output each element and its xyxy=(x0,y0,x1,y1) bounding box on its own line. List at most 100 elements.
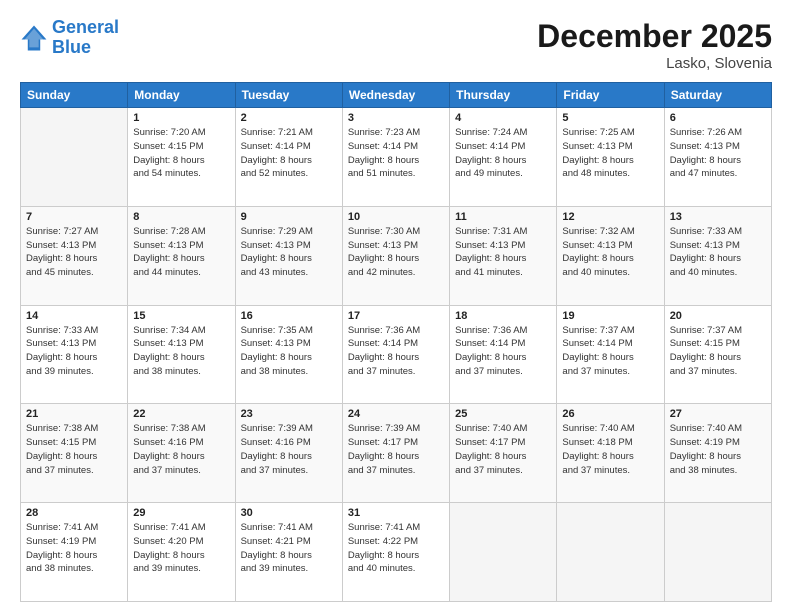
day-number: 17 xyxy=(348,310,444,322)
calendar-cell: 13 Sunrise: 7:33 AM Sunset: 4:13 PM Dayli… xyxy=(664,206,771,305)
logo: General Blue xyxy=(20,18,119,58)
day-info: Sunrise: 7:24 AM Sunset: 4:14 PM Dayligh… xyxy=(455,126,551,181)
day-number: 19 xyxy=(562,310,658,322)
calendar-cell: 19 Sunrise: 7:37 AM Sunset: 4:14 PM Dayli… xyxy=(557,305,664,404)
day-number: 5 xyxy=(562,112,658,124)
day-info: Sunrise: 7:21 AM Sunset: 4:14 PM Dayligh… xyxy=(241,126,337,181)
day-number: 20 xyxy=(670,310,766,322)
day-info: Sunrise: 7:41 AM Sunset: 4:20 PM Dayligh… xyxy=(133,521,229,576)
day-number: 31 xyxy=(348,507,444,519)
day-info: Sunrise: 7:38 AM Sunset: 4:15 PM Dayligh… xyxy=(26,422,122,477)
day-number: 18 xyxy=(455,310,551,322)
week-row-1: 7Sunrise: 7:27 AM Sunset: 4:13 PM Daylig… xyxy=(21,206,772,305)
day-number: 23 xyxy=(241,408,337,420)
day-info: Sunrise: 7:29 AM Sunset: 4:13 PM Dayligh… xyxy=(241,225,337,280)
week-row-4: 28 Sunrise: 7:41 AM Sunset: 4:19 PM Dayli… xyxy=(21,503,772,602)
weekday-header-tuesday: Tuesday xyxy=(235,83,342,108)
calendar-cell: 23 Sunrise: 7:39 AM Sunset: 4:16 PM Dayli… xyxy=(235,404,342,503)
day-number: 26 xyxy=(562,408,658,420)
day-number: 28 xyxy=(26,507,122,519)
calendar-cell: 3 Sunrise: 7:23 AM Sunset: 4:14 PM Daylig… xyxy=(342,108,449,207)
day-info: Sunrise: 7:35 AM Sunset: 4:13 PM Dayligh… xyxy=(241,324,337,379)
logo-line2: Blue xyxy=(52,37,91,57)
calendar-cell: 10Sunrise: 7:30 AM Sunset: 4:13 PM Dayli… xyxy=(342,206,449,305)
day-number: 3 xyxy=(348,112,444,124)
calendar-cell: 31Sunrise: 7:41 AM Sunset: 4:22 PM Dayli… xyxy=(342,503,449,602)
day-info: Sunrise: 7:20 AM Sunset: 4:15 PM Dayligh… xyxy=(133,126,229,181)
day-number: 14 xyxy=(26,310,122,322)
location: Lasko, Slovenia xyxy=(537,55,772,72)
weekday-header-row: SundayMondayTuesdayWednesdayThursdayFrid… xyxy=(21,83,772,108)
day-number: 10 xyxy=(348,211,444,223)
calendar-cell xyxy=(557,503,664,602)
day-info: Sunrise: 7:33 AM Sunset: 4:13 PM Dayligh… xyxy=(26,324,122,379)
calendar-cell: 11Sunrise: 7:31 AM Sunset: 4:13 PM Dayli… xyxy=(450,206,557,305)
week-row-3: 21 Sunrise: 7:38 AM Sunset: 4:15 PM Dayli… xyxy=(21,404,772,503)
calendar-cell: 2 Sunrise: 7:21 AM Sunset: 4:14 PM Daylig… xyxy=(235,108,342,207)
weekday-header-thursday: Thursday xyxy=(450,83,557,108)
week-row-0: 1 Sunrise: 7:20 AM Sunset: 4:15 PM Daylig… xyxy=(21,108,772,207)
day-number: 8 xyxy=(133,211,229,223)
month-year: December 2025 xyxy=(537,18,772,55)
title-area: December 2025 Lasko, Slovenia xyxy=(537,18,772,72)
calendar-cell: 24 Sunrise: 7:39 AM Sunset: 4:17 PM Dayli… xyxy=(342,404,449,503)
day-info: Sunrise: 7:37 AM Sunset: 4:14 PM Dayligh… xyxy=(562,324,658,379)
day-info: Sunrise: 7:41 AM Sunset: 4:21 PM Dayligh… xyxy=(241,521,337,576)
day-number: 22 xyxy=(133,408,229,420)
day-number: 6 xyxy=(670,112,766,124)
calendar-cell: 5 Sunrise: 7:25 AM Sunset: 4:13 PM Daylig… xyxy=(557,108,664,207)
day-info: Sunrise: 7:37 AM Sunset: 4:15 PM Dayligh… xyxy=(670,324,766,379)
day-info: Sunrise: 7:33 AM Sunset: 4:13 PM Dayligh… xyxy=(670,225,766,280)
calendar-cell: 21 Sunrise: 7:38 AM Sunset: 4:15 PM Dayli… xyxy=(21,404,128,503)
day-number: 4 xyxy=(455,112,551,124)
calendar-cell: 18 Sunrise: 7:36 AM Sunset: 4:14 PM Dayli… xyxy=(450,305,557,404)
calendar: SundayMondayTuesdayWednesdayThursdayFrid… xyxy=(20,82,772,602)
weekday-header-monday: Monday xyxy=(128,83,235,108)
calendar-cell: 20 Sunrise: 7:37 AM Sunset: 4:15 PM Dayli… xyxy=(664,305,771,404)
calendar-cell: 7Sunrise: 7:27 AM Sunset: 4:13 PM Daylig… xyxy=(21,206,128,305)
week-row-2: 14 Sunrise: 7:33 AM Sunset: 4:13 PM Dayli… xyxy=(21,305,772,404)
day-info: Sunrise: 7:39 AM Sunset: 4:17 PM Dayligh… xyxy=(348,422,444,477)
day-number: 24 xyxy=(348,408,444,420)
calendar-cell: 22 Sunrise: 7:38 AM Sunset: 4:16 PM Dayli… xyxy=(128,404,235,503)
header: General Blue December 2025 Lasko, Sloven… xyxy=(20,18,772,72)
day-number: 7 xyxy=(26,211,122,223)
day-info: Sunrise: 7:23 AM Sunset: 4:14 PM Dayligh… xyxy=(348,126,444,181)
day-number: 25 xyxy=(455,408,551,420)
day-number: 21 xyxy=(26,408,122,420)
calendar-cell: 16 Sunrise: 7:35 AM Sunset: 4:13 PM Dayli… xyxy=(235,305,342,404)
calendar-cell: 1 Sunrise: 7:20 AM Sunset: 4:15 PM Daylig… xyxy=(128,108,235,207)
calendar-cell: 30Sunrise: 7:41 AM Sunset: 4:21 PM Dayli… xyxy=(235,503,342,602)
calendar-cell: 26 Sunrise: 7:40 AM Sunset: 4:18 PM Dayli… xyxy=(557,404,664,503)
weekday-header-wednesday: Wednesday xyxy=(342,83,449,108)
day-info: Sunrise: 7:38 AM Sunset: 4:16 PM Dayligh… xyxy=(133,422,229,477)
day-number: 1 xyxy=(133,112,229,124)
calendar-cell: 8Sunrise: 7:28 AM Sunset: 4:13 PM Daylig… xyxy=(128,206,235,305)
calendar-cell: 15Sunrise: 7:34 AM Sunset: 4:13 PM Dayli… xyxy=(128,305,235,404)
calendar-cell xyxy=(664,503,771,602)
weekday-header-sunday: Sunday xyxy=(21,83,128,108)
day-info: Sunrise: 7:36 AM Sunset: 4:14 PM Dayligh… xyxy=(455,324,551,379)
day-info: Sunrise: 7:41 AM Sunset: 4:19 PM Dayligh… xyxy=(26,521,122,576)
calendar-cell xyxy=(450,503,557,602)
logo-line1: General xyxy=(52,17,119,37)
calendar-cell: 17 Sunrise: 7:36 AM Sunset: 4:14 PM Dayli… xyxy=(342,305,449,404)
day-number: 9 xyxy=(241,211,337,223)
day-number: 27 xyxy=(670,408,766,420)
day-number: 29 xyxy=(133,507,229,519)
calendar-cell: 25Sunrise: 7:40 AM Sunset: 4:17 PM Dayli… xyxy=(450,404,557,503)
day-info: Sunrise: 7:32 AM Sunset: 4:13 PM Dayligh… xyxy=(562,225,658,280)
day-info: Sunrise: 7:36 AM Sunset: 4:14 PM Dayligh… xyxy=(348,324,444,379)
weekday-header-friday: Friday xyxy=(557,83,664,108)
calendar-cell: 4 Sunrise: 7:24 AM Sunset: 4:14 PM Daylig… xyxy=(450,108,557,207)
calendar-cell: 12Sunrise: 7:32 AM Sunset: 4:13 PM Dayli… xyxy=(557,206,664,305)
logo-icon xyxy=(20,24,48,52)
day-info: Sunrise: 7:34 AM Sunset: 4:13 PM Dayligh… xyxy=(133,324,229,379)
day-number: 13 xyxy=(670,211,766,223)
calendar-cell: 6Sunrise: 7:26 AM Sunset: 4:13 PM Daylig… xyxy=(664,108,771,207)
day-number: 16 xyxy=(241,310,337,322)
day-info: Sunrise: 7:25 AM Sunset: 4:13 PM Dayligh… xyxy=(562,126,658,181)
day-info: Sunrise: 7:40 AM Sunset: 4:18 PM Dayligh… xyxy=(562,422,658,477)
day-number: 2 xyxy=(241,112,337,124)
day-info: Sunrise: 7:39 AM Sunset: 4:16 PM Dayligh… xyxy=(241,422,337,477)
